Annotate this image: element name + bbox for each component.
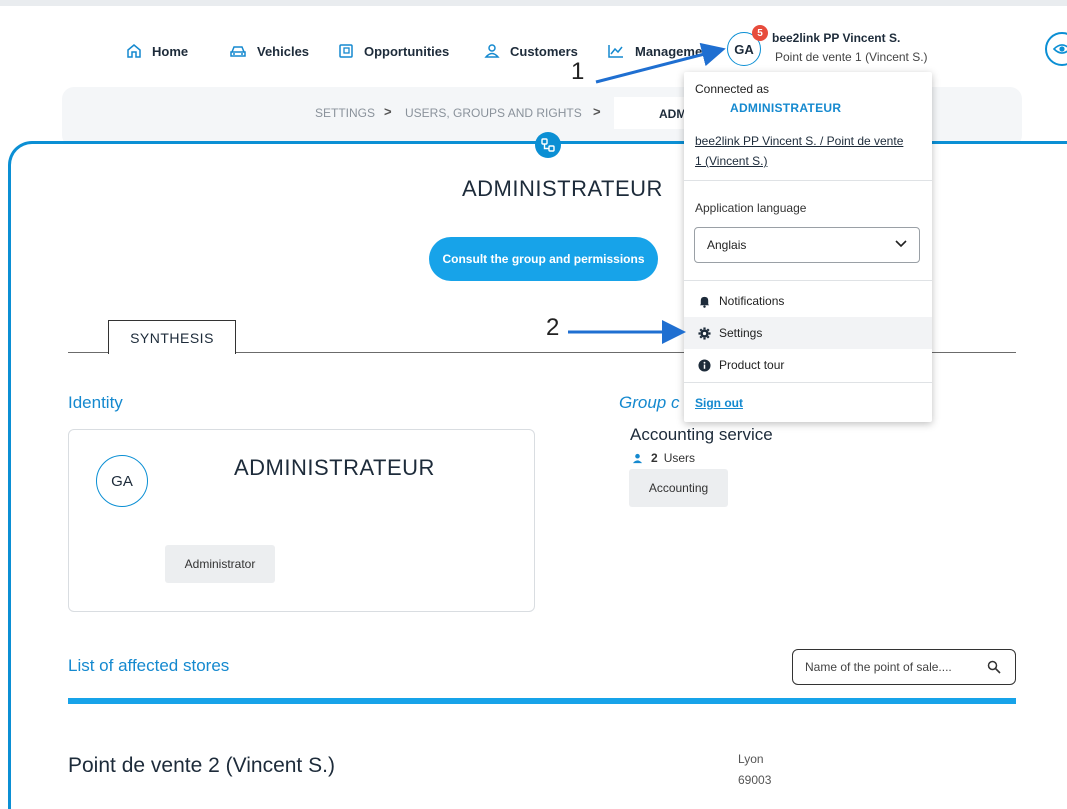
annotation-number-1: 1 <box>571 58 585 85</box>
annotation-arrows <box>568 42 726 344</box>
annotation-arrow-1 <box>595 42 726 84</box>
annotation-number-2: 2 <box>546 314 560 341</box>
